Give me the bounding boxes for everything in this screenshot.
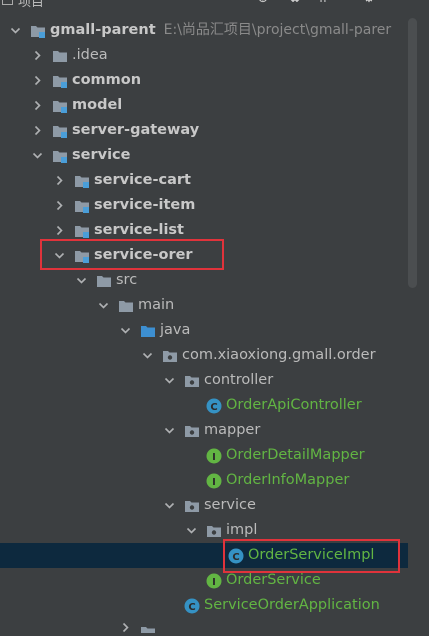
folder-icon [118, 298, 134, 314]
chevron-down-icon[interactable] [118, 318, 132, 343]
tree-row-partial [0, 618, 408, 633]
module-folder-icon [52, 123, 68, 139]
tree-row-mapper[interactable]: mapper [0, 418, 408, 443]
interface-icon: I [206, 573, 222, 589]
chevron-right-icon[interactable] [30, 93, 44, 118]
minimize-icon[interactable]: – [392, 0, 406, 6]
tree-row-label: com.xiaoxiong.gmall.order [182, 347, 376, 363]
tree-row-order-info-mapper[interactable]: I OrderInfoMapper [0, 468, 408, 493]
tree-row-service[interactable]: service [0, 143, 408, 168]
package-icon [206, 523, 222, 539]
module-folder-icon [52, 98, 68, 114]
module-folder-icon [74, 198, 90, 214]
project-path: E:\尚品汇项目\project\gmall-parer [163, 22, 392, 38]
tree-row-label: model [72, 97, 123, 113]
package-icon [184, 423, 200, 439]
icon-letter: C [210, 402, 217, 413]
tree-row-gmall-parent[interactable]: gmall-parent E:\尚品汇项目\project\gmall-pare… [0, 18, 408, 43]
chevron-down-icon[interactable] [162, 418, 176, 443]
tree-row-label: OrderInfoMapper [226, 472, 350, 488]
tool-window-header: 项目 ⊕ ⇊ ⇈ ⚙ – [0, 0, 429, 10]
tree-row-label: main [138, 297, 175, 313]
tree-row-label: .idea [72, 47, 108, 63]
chevron-right-icon[interactable] [118, 618, 132, 633]
tree-row-label: java [160, 322, 191, 338]
module-folder-icon [52, 148, 68, 164]
tree-row-label: OrderDetailMapper [226, 447, 365, 463]
folder-icon [52, 48, 68, 64]
tree-row-label: OrderApiController [226, 397, 362, 413]
icon-letter: I [212, 577, 216, 588]
highlight-box-service-orer [40, 239, 224, 270]
tree-row-label: service [204, 497, 256, 513]
vertical-scrollbar[interactable] [408, 18, 417, 288]
chevron-down-icon[interactable] [162, 493, 176, 518]
tree-row-label: service-item [94, 197, 196, 213]
tree-row-label: gmall-parent [50, 22, 156, 38]
folder-icon [140, 624, 156, 633]
chevron-down-icon[interactable] [8, 18, 22, 43]
tree-row-label: ServiceOrderApplication [204, 597, 380, 613]
tree-row-order-api-controller[interactable]: C OrderApiController [0, 393, 408, 418]
icon-letter: I [212, 477, 216, 488]
tree-row-model[interactable]: model [0, 93, 408, 118]
icon-letter: C [188, 602, 195, 613]
folder-icon [96, 273, 112, 289]
chevron-down-icon[interactable] [96, 293, 110, 318]
module-folder-icon [74, 223, 90, 239]
tree-row-service-order-application[interactable]: C ServiceOrderApplication [0, 593, 408, 618]
chevron-down-icon[interactable] [162, 368, 176, 393]
expand-all-icon[interactable]: ⇊ [288, 0, 302, 6]
chevron-right-icon[interactable] [52, 193, 66, 218]
tree-row-service-package[interactable]: service [0, 493, 408, 518]
tree-row-label: service-cart [94, 172, 191, 188]
tree-row-src[interactable]: src [0, 268, 408, 293]
tree-row-server-gateway[interactable]: server-gateway [0, 118, 408, 143]
source-folder-icon [140, 323, 156, 339]
chevron-right-icon[interactable] [52, 168, 66, 193]
tree-row-label: src [116, 272, 138, 288]
tree-row-label: service [72, 147, 131, 163]
tree-row-idea[interactable]: .idea [0, 43, 408, 68]
package-icon [162, 348, 178, 364]
locate-icon[interactable]: ⊕ [256, 0, 270, 6]
icon-letter: I [212, 452, 216, 463]
tree-row-service-item[interactable]: service-item [0, 193, 408, 218]
chevron-down-icon[interactable] [30, 143, 44, 168]
tree-row-label: controller [204, 372, 274, 388]
highlight-box-order-service-impl [223, 539, 400, 573]
project-window-icon [2, 0, 13, 5]
tree-row-label: mapper [204, 422, 261, 438]
gear-icon[interactable]: ⚙ [362, 0, 376, 6]
tree-row-label: common [72, 72, 142, 88]
interface-icon: I [206, 448, 222, 464]
chevron-down-icon[interactable] [140, 343, 154, 368]
interface-icon: I [206, 473, 222, 489]
module-folder-icon [52, 73, 68, 89]
collapse-all-icon[interactable]: ⇈ [316, 0, 330, 6]
package-icon [184, 373, 200, 389]
tree-row-package[interactable]: com.xiaoxiong.gmall.order [0, 343, 408, 368]
class-icon: C [206, 398, 222, 414]
tree-row-service-cart[interactable]: service-cart [0, 168, 408, 193]
tree-row-controller[interactable]: controller [0, 368, 408, 393]
chevron-down-icon[interactable] [74, 268, 88, 293]
module-folder-icon [74, 173, 90, 189]
module-folder-icon [30, 23, 46, 39]
tree-row-java[interactable]: java [0, 318, 408, 343]
chevron-right-icon[interactable] [30, 118, 44, 143]
tree-row-order-detail-mapper[interactable]: I OrderDetailMapper [0, 443, 408, 468]
chevron-down-icon[interactable] [184, 518, 198, 543]
package-icon [184, 498, 200, 514]
spring-boot-class-icon: C [184, 598, 200, 614]
tool-window-title: 项目 [18, 0, 45, 10]
tree-row-common[interactable]: common [0, 68, 408, 93]
tree-row-main[interactable]: main [0, 293, 408, 318]
chevron-right-icon[interactable] [30, 43, 44, 68]
chevron-right-icon[interactable] [30, 68, 44, 93]
tree-row-label: server-gateway [72, 122, 200, 138]
